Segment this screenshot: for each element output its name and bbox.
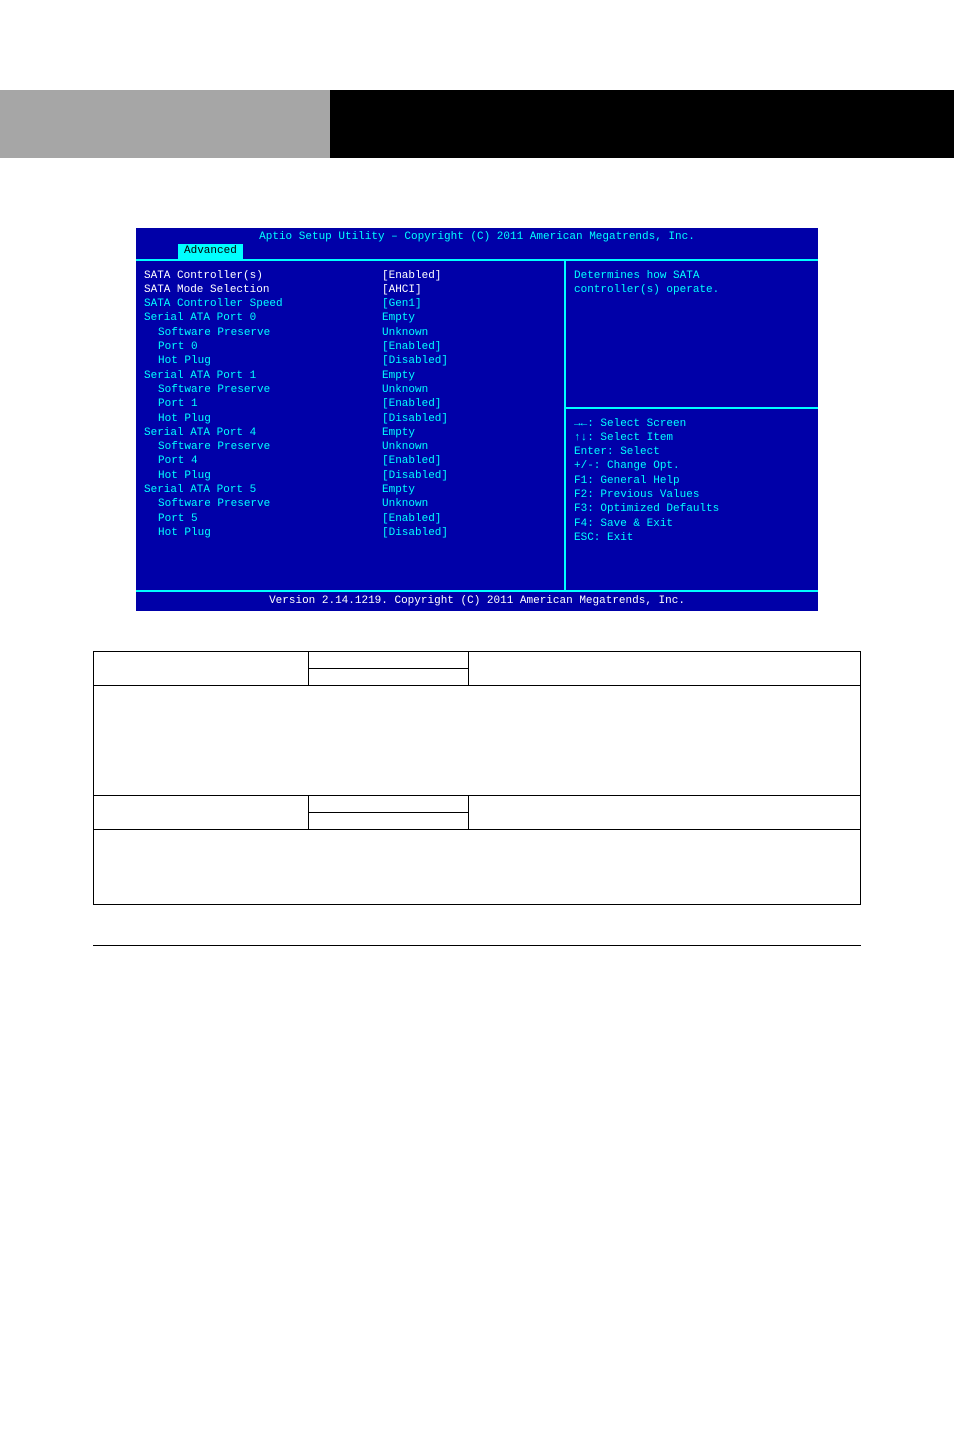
- bios-setting-label: Hot Plug: [144, 526, 382, 540]
- bios-setting-label: Port 4: [144, 454, 382, 468]
- table-row: [94, 685, 861, 795]
- bios-setting-row[interactable]: Serial ATA Port 4Empty: [144, 426, 556, 440]
- table-row: [94, 651, 861, 668]
- option-value-cell: [309, 651, 469, 668]
- bios-setting-label: Software Preserve: [144, 326, 382, 340]
- bios-body: SATA Controller(s)[Enabled]SATA Mode Sel…: [136, 259, 818, 593]
- bios-setting-label: Hot Plug: [144, 469, 382, 483]
- bios-setting-label: Port 1: [144, 397, 382, 411]
- bios-setting-label: Serial ATA Port 5: [144, 483, 382, 497]
- option-merged-cell: [94, 685, 861, 795]
- bios-setting-row[interactable]: Software PreserveUnknown: [144, 440, 556, 454]
- bios-setting-row[interactable]: Hot Plug[Disabled]: [144, 526, 556, 540]
- option-desc-cell: [469, 651, 861, 685]
- bios-key-legend: →←: Select Screen↑↓: Select ItemEnter: S…: [574, 417, 810, 546]
- key-legend-line: ↑↓: Select Item: [574, 431, 810, 445]
- bios-setting-value: [Disabled]: [382, 412, 448, 426]
- key-legend-line: →←: Select Screen: [574, 417, 810, 431]
- page-header-bar: [0, 90, 954, 158]
- bios-setting-value: Unknown: [382, 497, 428, 511]
- bios-setting-value: [Enabled]: [382, 454, 441, 468]
- bios-title: Aptio Setup Utility – Copyright (C) 2011…: [136, 228, 818, 244]
- help-line: controller(s) operate.: [574, 283, 810, 297]
- page-footer-rule: [93, 945, 861, 946]
- bios-setting-row[interactable]: Serial ATA Port 1Empty: [144, 369, 556, 383]
- bios-setting-value: [Gen1]: [382, 297, 422, 311]
- key-legend-line: +/-: Change Opt.: [574, 459, 810, 473]
- bios-setting-row[interactable]: Port 1[Enabled]: [144, 397, 556, 411]
- bios-setting-value: [Enabled]: [382, 340, 441, 354]
- bios-help-panel: Determines how SATAcontroller(s) operate…: [566, 261, 818, 591]
- options-table: [93, 651, 861, 905]
- bios-setting-value: Empty: [382, 483, 415, 497]
- help-line: Determines how SATA: [574, 269, 810, 283]
- bios-setting-value: Empty: [382, 369, 415, 383]
- table-row: [94, 795, 861, 812]
- bios-setting-value: Empty: [382, 311, 415, 325]
- key-legend-line: F3: Optimized Defaults: [574, 502, 810, 516]
- bios-setting-row[interactable]: Port 4[Enabled]: [144, 454, 556, 468]
- bios-setting-label: Software Preserve: [144, 440, 382, 454]
- bios-setting-label: SATA Mode Selection: [144, 283, 382, 297]
- bios-help-text: Determines how SATAcontroller(s) operate…: [574, 269, 810, 399]
- bios-setting-label: Software Preserve: [144, 383, 382, 397]
- bios-setting-label: SATA Controller Speed: [144, 297, 382, 311]
- bios-setting-value: [Enabled]: [382, 269, 441, 283]
- option-name-cell: [94, 651, 309, 685]
- bios-setting-row[interactable]: Serial ATA Port 5Empty: [144, 483, 556, 497]
- bios-setting-row[interactable]: Hot Plug[Disabled]: [144, 469, 556, 483]
- bios-footer: Version 2.14.1219. Copyright (C) 2011 Am…: [136, 592, 818, 610]
- help-divider: [566, 407, 818, 409]
- option-name-cell: [94, 795, 309, 829]
- bios-setting-value: Unknown: [382, 440, 428, 454]
- key-legend-line: F4: Save & Exit: [574, 517, 810, 531]
- key-legend-line: Enter: Select: [574, 445, 810, 459]
- bios-screenshot: Aptio Setup Utility – Copyright (C) 2011…: [136, 228, 818, 611]
- tab-advanced[interactable]: Advanced: [178, 244, 243, 258]
- option-merged-cell: [94, 829, 861, 904]
- bios-setting-value: [AHCI]: [382, 283, 422, 297]
- bios-setting-value: [Disabled]: [382, 526, 448, 540]
- key-legend-line: F1: General Help: [574, 474, 810, 488]
- bios-setting-label: Serial ATA Port 4: [144, 426, 382, 440]
- key-legend-line: ESC: Exit: [574, 531, 810, 545]
- option-value-cell: [309, 812, 469, 829]
- bios-setting-row[interactable]: SATA Mode Selection[AHCI]: [144, 283, 556, 297]
- bios-setting-row[interactable]: SATA Controller(s)[Enabled]: [144, 269, 556, 283]
- bios-setting-row[interactable]: Serial ATA Port 0Empty: [144, 311, 556, 325]
- bios-setting-value: Unknown: [382, 383, 428, 397]
- option-value-cell: [309, 668, 469, 685]
- table-row: [94, 829, 861, 904]
- header-gray-block: [0, 90, 330, 158]
- option-value-cell: [309, 795, 469, 812]
- bios-setting-row[interactable]: SATA Controller Speed[Gen1]: [144, 297, 556, 311]
- bios-setting-row[interactable]: Hot Plug[Disabled]: [144, 354, 556, 368]
- bios-setting-value: [Enabled]: [382, 512, 441, 526]
- option-desc-cell: [469, 795, 861, 829]
- key-legend-line: F2: Previous Values: [574, 488, 810, 502]
- bios-setting-label: SATA Controller(s): [144, 269, 382, 283]
- bios-tab-row: Advanced: [136, 244, 818, 258]
- bios-setting-label: Serial ATA Port 0: [144, 311, 382, 325]
- bios-setting-value: [Disabled]: [382, 469, 448, 483]
- bios-setting-row[interactable]: Port 5[Enabled]: [144, 512, 556, 526]
- bios-setting-label: Port 5: [144, 512, 382, 526]
- bios-settings-panel: SATA Controller(s)[Enabled]SATA Mode Sel…: [136, 261, 566, 591]
- bios-setting-row[interactable]: Hot Plug[Disabled]: [144, 412, 556, 426]
- bios-setting-row[interactable]: Software PreserveUnknown: [144, 497, 556, 511]
- bios-setting-value: Empty: [382, 426, 415, 440]
- bios-setting-label: Port 0: [144, 340, 382, 354]
- bios-setting-value: Unknown: [382, 326, 428, 340]
- bios-setting-label: Hot Plug: [144, 354, 382, 368]
- bios-setting-row[interactable]: Software PreserveUnknown: [144, 383, 556, 397]
- bios-setting-label: Serial ATA Port 1: [144, 369, 382, 383]
- bios-setting-row[interactable]: Port 0[Enabled]: [144, 340, 556, 354]
- header-black-block: [330, 90, 954, 158]
- bios-setting-label: Software Preserve: [144, 497, 382, 511]
- bios-setting-label: Hot Plug: [144, 412, 382, 426]
- bios-setting-value: [Disabled]: [382, 354, 448, 368]
- bios-setting-value: [Enabled]: [382, 397, 441, 411]
- bios-setting-row[interactable]: Software PreserveUnknown: [144, 326, 556, 340]
